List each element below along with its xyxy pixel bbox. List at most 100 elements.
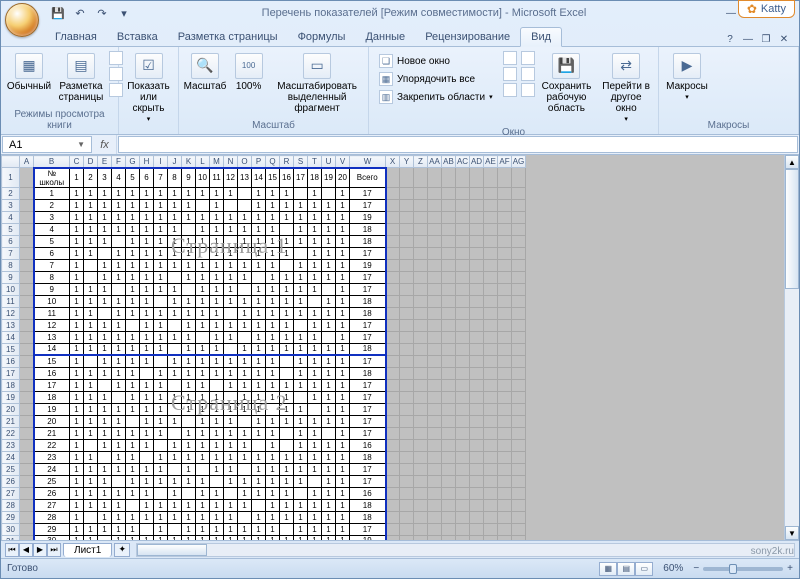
col-header[interactable]: AD: [470, 156, 484, 168]
cell[interactable]: 1: [70, 415, 84, 427]
cell[interactable]: [442, 331, 456, 343]
cell[interactable]: 17: [350, 355, 386, 367]
row-header[interactable]: 28: [2, 499, 20, 511]
cell[interactable]: 1: [168, 331, 182, 343]
cell[interactable]: 1: [252, 247, 266, 259]
cell[interactable]: [498, 487, 512, 499]
cell[interactable]: [470, 451, 484, 463]
help-icon[interactable]: ?: [723, 32, 737, 46]
cell[interactable]: 3: [98, 168, 112, 188]
cell[interactable]: 1: [112, 199, 126, 211]
col-header[interactable]: L: [196, 156, 210, 168]
cell[interactable]: [84, 355, 98, 367]
cell[interactable]: [386, 211, 400, 223]
qat-undo-icon[interactable]: ↶: [71, 4, 89, 22]
cell[interactable]: [428, 343, 442, 355]
cell[interactable]: 1: [140, 499, 154, 511]
col-header[interactable]: J: [168, 156, 182, 168]
cell[interactable]: [470, 523, 484, 535]
cell[interactable]: [386, 391, 400, 403]
cell[interactable]: [442, 511, 456, 523]
freeze-panes-button[interactable]: ▥Закрепить области▾: [375, 89, 497, 105]
view-normal-button[interactable]: ▦Обычный: [5, 51, 53, 94]
cell[interactable]: [20, 319, 34, 331]
cell[interactable]: [428, 235, 442, 247]
cell[interactable]: [456, 211, 470, 223]
cell[interactable]: 17: [350, 427, 386, 439]
cell[interactable]: 18: [350, 235, 386, 247]
cell[interactable]: 1: [126, 367, 140, 379]
cell[interactable]: 17: [350, 283, 386, 295]
cell[interactable]: 1: [210, 271, 224, 283]
cell[interactable]: [20, 511, 34, 523]
row-header[interactable]: 18: [2, 379, 20, 391]
cell[interactable]: 21: [34, 427, 70, 439]
cell[interactable]: 1: [112, 403, 126, 415]
cell[interactable]: 1: [252, 523, 266, 535]
cell[interactable]: 1: [98, 463, 112, 475]
arrange-all-button[interactable]: ▦Упорядочить все: [375, 71, 497, 87]
col-header[interactable]: V: [336, 156, 350, 168]
cell[interactable]: 1: [98, 259, 112, 271]
cell[interactable]: 1: [140, 307, 154, 319]
cell[interactable]: 1: [98, 355, 112, 367]
cell[interactable]: 1: [224, 451, 238, 463]
cell[interactable]: [442, 367, 456, 379]
cell[interactable]: [414, 367, 428, 379]
col-header[interactable]: T: [308, 156, 322, 168]
cell[interactable]: [414, 343, 428, 355]
cell[interactable]: 1: [238, 235, 252, 247]
cell[interactable]: 1: [266, 379, 280, 391]
cell[interactable]: 1: [70, 295, 84, 307]
cell[interactable]: 1: [168, 475, 182, 487]
split-icon[interactable]: [503, 51, 517, 65]
row-header[interactable]: 17: [2, 367, 20, 379]
cell[interactable]: 1: [182, 463, 196, 475]
cell[interactable]: [20, 523, 34, 535]
cell[interactable]: [294, 247, 308, 259]
cell[interactable]: 1: [98, 319, 112, 331]
cell[interactable]: 1: [252, 199, 266, 211]
cell[interactable]: 1: [112, 295, 126, 307]
row-header[interactable]: 6: [2, 235, 20, 247]
row-header[interactable]: 25: [2, 463, 20, 475]
cell[interactable]: [84, 271, 98, 283]
cell[interactable]: [20, 295, 34, 307]
cell[interactable]: [20, 223, 34, 235]
cell[interactable]: 6: [140, 168, 154, 188]
cell[interactable]: 1: [154, 199, 168, 211]
cell[interactable]: [238, 463, 252, 475]
cell[interactable]: [484, 439, 498, 451]
cell[interactable]: 1: [84, 415, 98, 427]
cell[interactable]: 1: [294, 295, 308, 307]
cell[interactable]: 1: [112, 247, 126, 259]
cell[interactable]: [400, 523, 414, 535]
cell[interactable]: 1: [280, 391, 294, 403]
cell[interactable]: 1: [196, 487, 210, 499]
cell[interactable]: 1: [322, 403, 336, 415]
cell[interactable]: 1: [154, 283, 168, 295]
cell[interactable]: 1: [84, 187, 98, 199]
cell[interactable]: [484, 247, 498, 259]
cell[interactable]: 1: [210, 187, 224, 199]
cell[interactable]: 1: [280, 535, 294, 540]
cell[interactable]: 1: [210, 235, 224, 247]
cell[interactable]: [266, 403, 280, 415]
qat-save-icon[interactable]: 💾: [49, 4, 67, 22]
cell[interactable]: 1: [126, 463, 140, 475]
cell[interactable]: 1: [308, 307, 322, 319]
cell[interactable]: 1: [266, 295, 280, 307]
cell[interactable]: 1: [252, 331, 266, 343]
cell[interactable]: 1: [294, 283, 308, 295]
cell[interactable]: 1: [140, 331, 154, 343]
cell[interactable]: [168, 427, 182, 439]
cell[interactable]: 18: [350, 451, 386, 463]
cell[interactable]: [386, 295, 400, 307]
cell[interactable]: [386, 523, 400, 535]
view-layout-icon[interactable]: ▤: [617, 562, 635, 576]
cell[interactable]: 1: [84, 463, 98, 475]
cell[interactable]: [400, 475, 414, 487]
cell[interactable]: [512, 487, 526, 499]
cell[interactable]: [238, 283, 252, 295]
cell[interactable]: [442, 168, 456, 188]
